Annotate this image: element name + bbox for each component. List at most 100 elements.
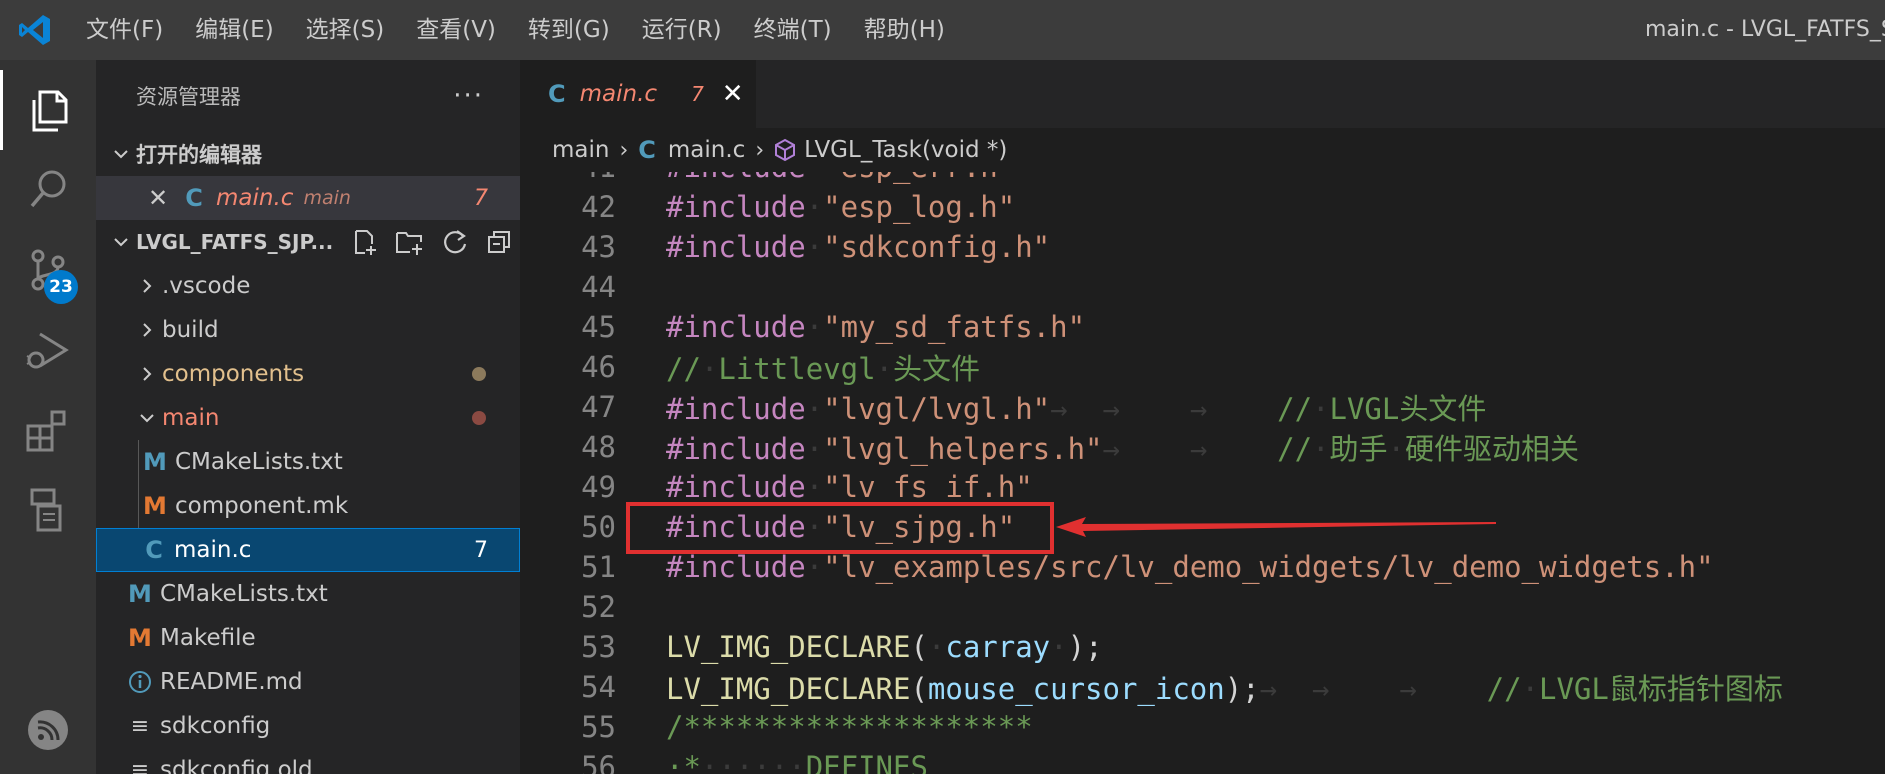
tree-file-readme[interactable]: README.md — [96, 660, 520, 704]
annotation-arrow-icon — [1056, 517, 1496, 537]
tree-file-main-c[interactable]: C main.c 7 — [96, 528, 520, 572]
tree-folder-components[interactable]: components — [96, 352, 520, 396]
code-line[interactable]: 42 #include·"esp_log.h" — [520, 187, 1885, 227]
symbol-method-icon — [774, 138, 796, 162]
menu-edit[interactable]: 编辑(E) — [179, 0, 289, 60]
tree-label: build — [162, 317, 219, 343]
makefile-icon: M — [143, 492, 167, 520]
tree-label: main — [162, 405, 220, 431]
breadcrumb: main › C main.c › LVGL_Task(void *) — [520, 128, 1885, 172]
settings-file-icon: ≡ — [130, 757, 150, 774]
tree-label: .vscode — [162, 273, 251, 299]
extensions-icon[interactable] — [0, 390, 96, 470]
tree-label: README.md — [160, 669, 303, 695]
tab-main-c[interactable]: C main.c 7 ✕ — [520, 60, 756, 128]
menu-help[interactable]: 帮助(H) — [848, 0, 961, 60]
tree-file-component-mk[interactable]: M component.mk — [138, 484, 520, 528]
error-dot — [472, 411, 486, 425]
code-text: #include·"lv_examples/src/lv_demo_widget… — [666, 550, 1714, 584]
source-control-icon[interactable]: 23 — [0, 230, 96, 310]
code-editor[interactable]: 41 #include·"esp_err.h" 42 #include·"esp_lo… — [520, 172, 1885, 774]
tree-file-sdkconfig[interactable]: ≡ sdkconfig — [96, 704, 520, 748]
problem-count: 7 — [474, 537, 488, 563]
tree-folder-build[interactable]: build — [96, 308, 520, 352]
breadcrumb-file[interactable]: main.c — [668, 137, 745, 163]
window-title: main.c - LVGL_FATFS_SJ — [1645, 17, 1885, 42]
code-text: //·Littlevgl·头文件 — [666, 352, 981, 386]
menu-terminal[interactable]: 终端(T) — [738, 0, 848, 60]
line-number: 52 — [581, 590, 616, 624]
menu-file[interactable]: 文件(F) — [70, 0, 179, 60]
makefile-icon: M — [128, 624, 152, 652]
open-editors-section[interactable]: 打开的编辑器 — [96, 132, 520, 176]
new-folder-icon[interactable] — [395, 228, 425, 256]
code-line[interactable]: 52 — [520, 587, 1885, 627]
code-line[interactable]: 46 //·Littlevgl·头文件 — [520, 347, 1885, 387]
menu-selection[interactable]: 选择(S) — [290, 0, 401, 60]
c-file-icon: C — [548, 80, 566, 108]
line-number: 42 — [581, 190, 616, 224]
collapse-all-icon[interactable] — [485, 228, 513, 256]
close-icon[interactable]: ✕ — [148, 184, 172, 212]
chevron-down-icon — [106, 148, 136, 160]
code-line[interactable]: 54 LV_IMG_DECLARE(mouse_cursor_icon);→ → … — [520, 667, 1885, 707]
tree-folder-main[interactable]: main — [96, 396, 520, 440]
code-line[interactable]: 56 ·*······DEFINES — [520, 747, 1885, 774]
tree-label: CMakeLists.txt — [160, 581, 328, 607]
tree-label: CMakeLists.txt — [175, 449, 343, 475]
code-line[interactable]: 45 #include·"my_sd_fatfs.h" — [520, 307, 1885, 347]
new-file-icon[interactable] — [351, 228, 379, 256]
code-line[interactable]: 41 #include·"esp_err.h" — [520, 172, 1885, 187]
open-editor-folder: main — [303, 187, 351, 209]
explorer-toolbar — [351, 228, 513, 256]
line-number: 46 — [581, 350, 616, 384]
breadcrumb-symbol[interactable]: LVGL_Task(void *) — [804, 137, 1007, 163]
code-line[interactable]: 43 #include·"sdkconfig.h" — [520, 227, 1885, 267]
remote-explorer-icon[interactable] — [0, 470, 96, 550]
breadcrumb-folder[interactable]: main — [552, 137, 609, 163]
tree-label: Makefile — [160, 625, 256, 651]
tree-label: main.c — [174, 537, 252, 563]
search-icon[interactable] — [0, 150, 96, 230]
code-line[interactable]: 55 /******************** — [520, 707, 1885, 747]
vscode-logo-icon — [0, 0, 70, 60]
run-debug-icon[interactable] — [0, 310, 96, 390]
modified-dot — [472, 367, 486, 381]
code-text: /******************** — [666, 710, 1033, 744]
tree-folder-vscode[interactable]: .vscode — [96, 264, 520, 308]
tree-label: sdkconfig — [160, 713, 271, 739]
code-line[interactable]: 44 — [520, 267, 1885, 307]
more-actions-icon[interactable]: ··· — [453, 81, 484, 111]
code-text: #include·"lvgl/lvgl.h"→ → → //·LVGL头文件 — [666, 392, 1487, 426]
project-section[interactable]: LVGL_FATFS_SJP... — [96, 220, 520, 264]
activity-bar: 23 — [0, 60, 96, 774]
tree-file-sdkconfig-old[interactable]: ≡ sdkconfig.old — [96, 748, 520, 774]
tree-label: component.mk — [175, 493, 349, 519]
chevron-down-icon — [106, 236, 136, 248]
line-number: 53 — [581, 630, 616, 664]
line-number: 44 — [581, 270, 616, 304]
tree-file-makefile[interactable]: M Makefile — [96, 616, 520, 660]
refresh-icon[interactable] — [441, 228, 469, 256]
menu-view[interactable]: 查看(V) — [400, 0, 512, 60]
code-text: #include·"lvgl_helpers.h"→ → //·助手·硬件驱动相… — [666, 432, 1580, 466]
close-icon[interactable]: ✕ — [722, 79, 744, 109]
code-line[interactable]: 48 #include·"lvgl_helpers.h"→ → //·助手·硬件驱… — [520, 427, 1885, 467]
tree-file-cmakelists[interactable]: M CMakeLists.txt — [96, 572, 520, 616]
settings-file-icon: ≡ — [130, 713, 150, 739]
code-text: #include·"esp_err.h" — [666, 172, 1015, 184]
menu-run[interactable]: 运行(R) — [626, 0, 738, 60]
tab-label: main.c — [579, 81, 658, 107]
code-line[interactable]: 47 #include·"lvgl/lvgl.h"→ → → //·LVGL头文件 — [520, 387, 1885, 427]
c-file-icon: C — [145, 536, 163, 564]
menu-go[interactable]: 转到(G) — [512, 0, 626, 60]
tree-file-main-cmakelists[interactable]: M CMakeLists.txt — [138, 440, 520, 484]
code-line[interactable]: 53 LV_IMG_DECLARE(·carray·); — [520, 627, 1885, 667]
espressif-icon[interactable] — [0, 690, 96, 770]
c-file-icon: C — [638, 136, 656, 164]
code-line[interactable]: 49 #include·"lv_fs_if.h" — [520, 467, 1885, 507]
tab-problem-count: 7 — [691, 82, 704, 106]
open-editor-item[interactable]: ✕ C main.c main 7 — [96, 176, 520, 220]
explorer-icon[interactable] — [0, 70, 96, 150]
line-number: 54 — [581, 670, 616, 704]
